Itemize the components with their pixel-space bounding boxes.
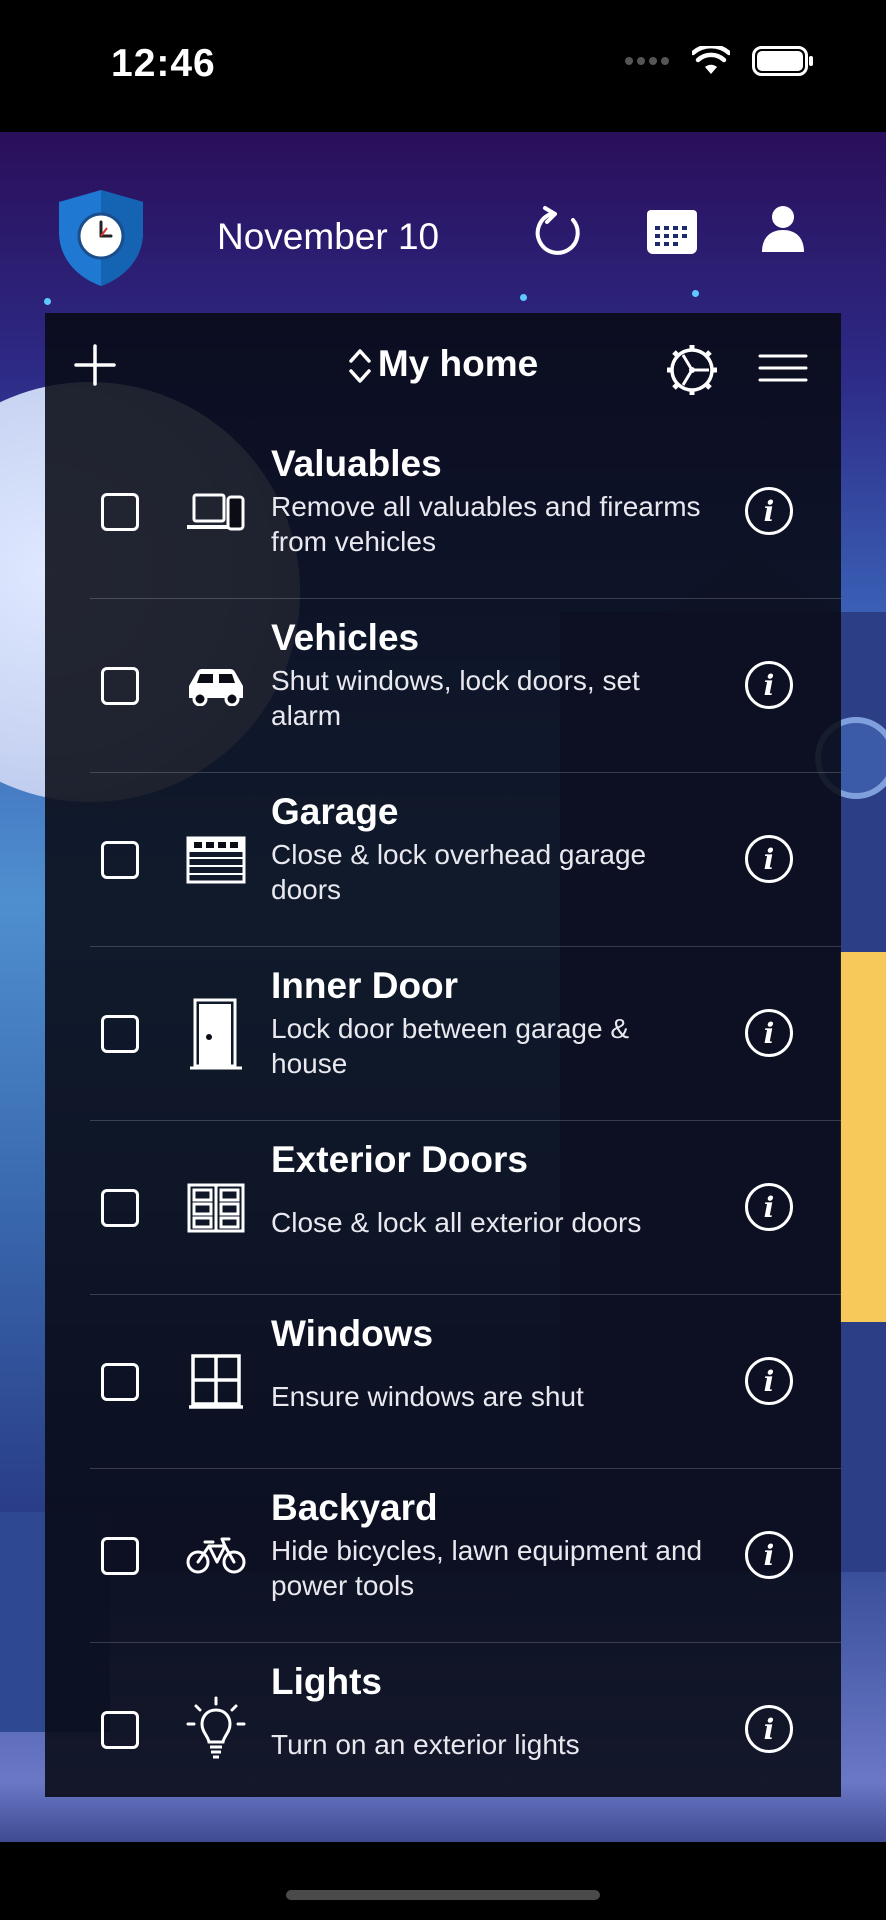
lit-window (840, 952, 886, 1322)
date-label[interactable]: November 10 (217, 216, 439, 258)
status-bar: 12:46 (0, 0, 886, 132)
item-title: Windows (271, 1313, 434, 1354)
info-icon[interactable]: i (745, 1357, 793, 1405)
car-icon (181, 647, 251, 725)
item-checkbox[interactable] (101, 667, 139, 705)
home-indicator[interactable] (286, 1890, 600, 1900)
wifi-icon (692, 46, 730, 74)
item-title: Lights (271, 1661, 382, 1702)
list-item[interactable]: Exterior Doors Close & lock all exterior… (45, 1121, 841, 1295)
door-icon (181, 995, 251, 1073)
calendar-icon[interactable] (645, 204, 699, 256)
home-title: My home (377, 343, 539, 384)
double-door-icon (181, 1169, 251, 1247)
info-icon[interactable]: i (745, 1705, 793, 1753)
home-selector[interactable]: My home (45, 343, 841, 386)
page-dot (520, 294, 527, 301)
app-header: November 10 (0, 180, 886, 290)
list-item[interactable]: Vehicles Shut windows, lock doors, set a… (45, 599, 841, 773)
item-description: Remove all valuables and firearms from v… (271, 491, 701, 557)
item-description: Turn on an exterior lights (271, 1729, 580, 1760)
item-description: Ensure windows are shut (271, 1381, 584, 1412)
item-checkbox[interactable] (101, 1363, 139, 1401)
item-title: Exterior Doors (271, 1139, 529, 1180)
signal-icon (625, 57, 669, 65)
item-checkbox[interactable] (101, 841, 139, 879)
info-icon[interactable]: i (745, 1009, 793, 1057)
hamburger-menu-icon[interactable] (758, 353, 808, 383)
home-bar-area (0, 1842, 886, 1920)
checklist-panel: My home Valuables Remove all valuables a… (45, 313, 841, 1797)
item-checkbox[interactable] (101, 1711, 139, 1749)
checklist: Valuables Remove all valuables and firea… (45, 425, 841, 1817)
panel-toolbar: My home (45, 313, 841, 423)
battery-icon (752, 46, 813, 76)
item-title: Backyard (271, 1487, 438, 1528)
info-icon[interactable]: i (745, 487, 793, 535)
item-description: Lock door between garage & house (271, 1013, 630, 1079)
item-description: Close & lock all exterior doors (271, 1207, 642, 1238)
info-icon[interactable]: i (745, 835, 793, 883)
window-icon (181, 1343, 251, 1421)
item-description: Hide bicycles, lawn equipment and power … (271, 1535, 703, 1601)
laptop-phone-icon (181, 473, 251, 551)
item-title: Vehicles (271, 617, 420, 658)
info-icon[interactable]: i (745, 1183, 793, 1231)
item-title: Valuables (271, 443, 442, 484)
item-checkbox[interactable] (101, 1015, 139, 1053)
list-item[interactable]: Lights Turn on an exterior lights i (45, 1643, 841, 1817)
item-title: Inner Door (271, 965, 459, 1006)
item-checkbox[interactable] (101, 1189, 139, 1227)
item-checkbox[interactable] (101, 1537, 139, 1575)
shield-clock-icon[interactable] (55, 188, 147, 288)
gear-icon[interactable] (665, 343, 719, 397)
page-dot (44, 298, 51, 305)
lightbulb-icon (181, 1691, 251, 1769)
page-dot (692, 290, 699, 297)
info-icon[interactable]: i (745, 1531, 793, 1579)
item-title: Garage (271, 791, 399, 832)
item-checkbox[interactable] (101, 493, 139, 531)
profile-icon[interactable] (760, 204, 806, 254)
refresh-icon[interactable] (533, 204, 585, 260)
chevron-up-down-icon (349, 349, 371, 383)
item-description: Close & lock overhead garage doors (271, 839, 647, 905)
list-item[interactable]: Valuables Remove all valuables and firea… (45, 425, 841, 599)
list-item[interactable]: Backyard Hide bicycles, lawn equipment a… (45, 1469, 841, 1643)
status-icons (624, 46, 814, 76)
status-time: 12:46 (111, 42, 216, 85)
list-item[interactable]: Garage Close & lock overhead garage door… (45, 773, 841, 947)
garage-icon (181, 821, 251, 899)
item-description: Shut windows, lock doors, set alarm (271, 665, 640, 731)
bicycle-icon (181, 1517, 251, 1595)
list-item[interactable]: Windows Ensure windows are shut i (45, 1295, 841, 1469)
list-item[interactable]: Inner Door Lock door between garage & ho… (45, 947, 841, 1121)
info-icon[interactable]: i (745, 661, 793, 709)
